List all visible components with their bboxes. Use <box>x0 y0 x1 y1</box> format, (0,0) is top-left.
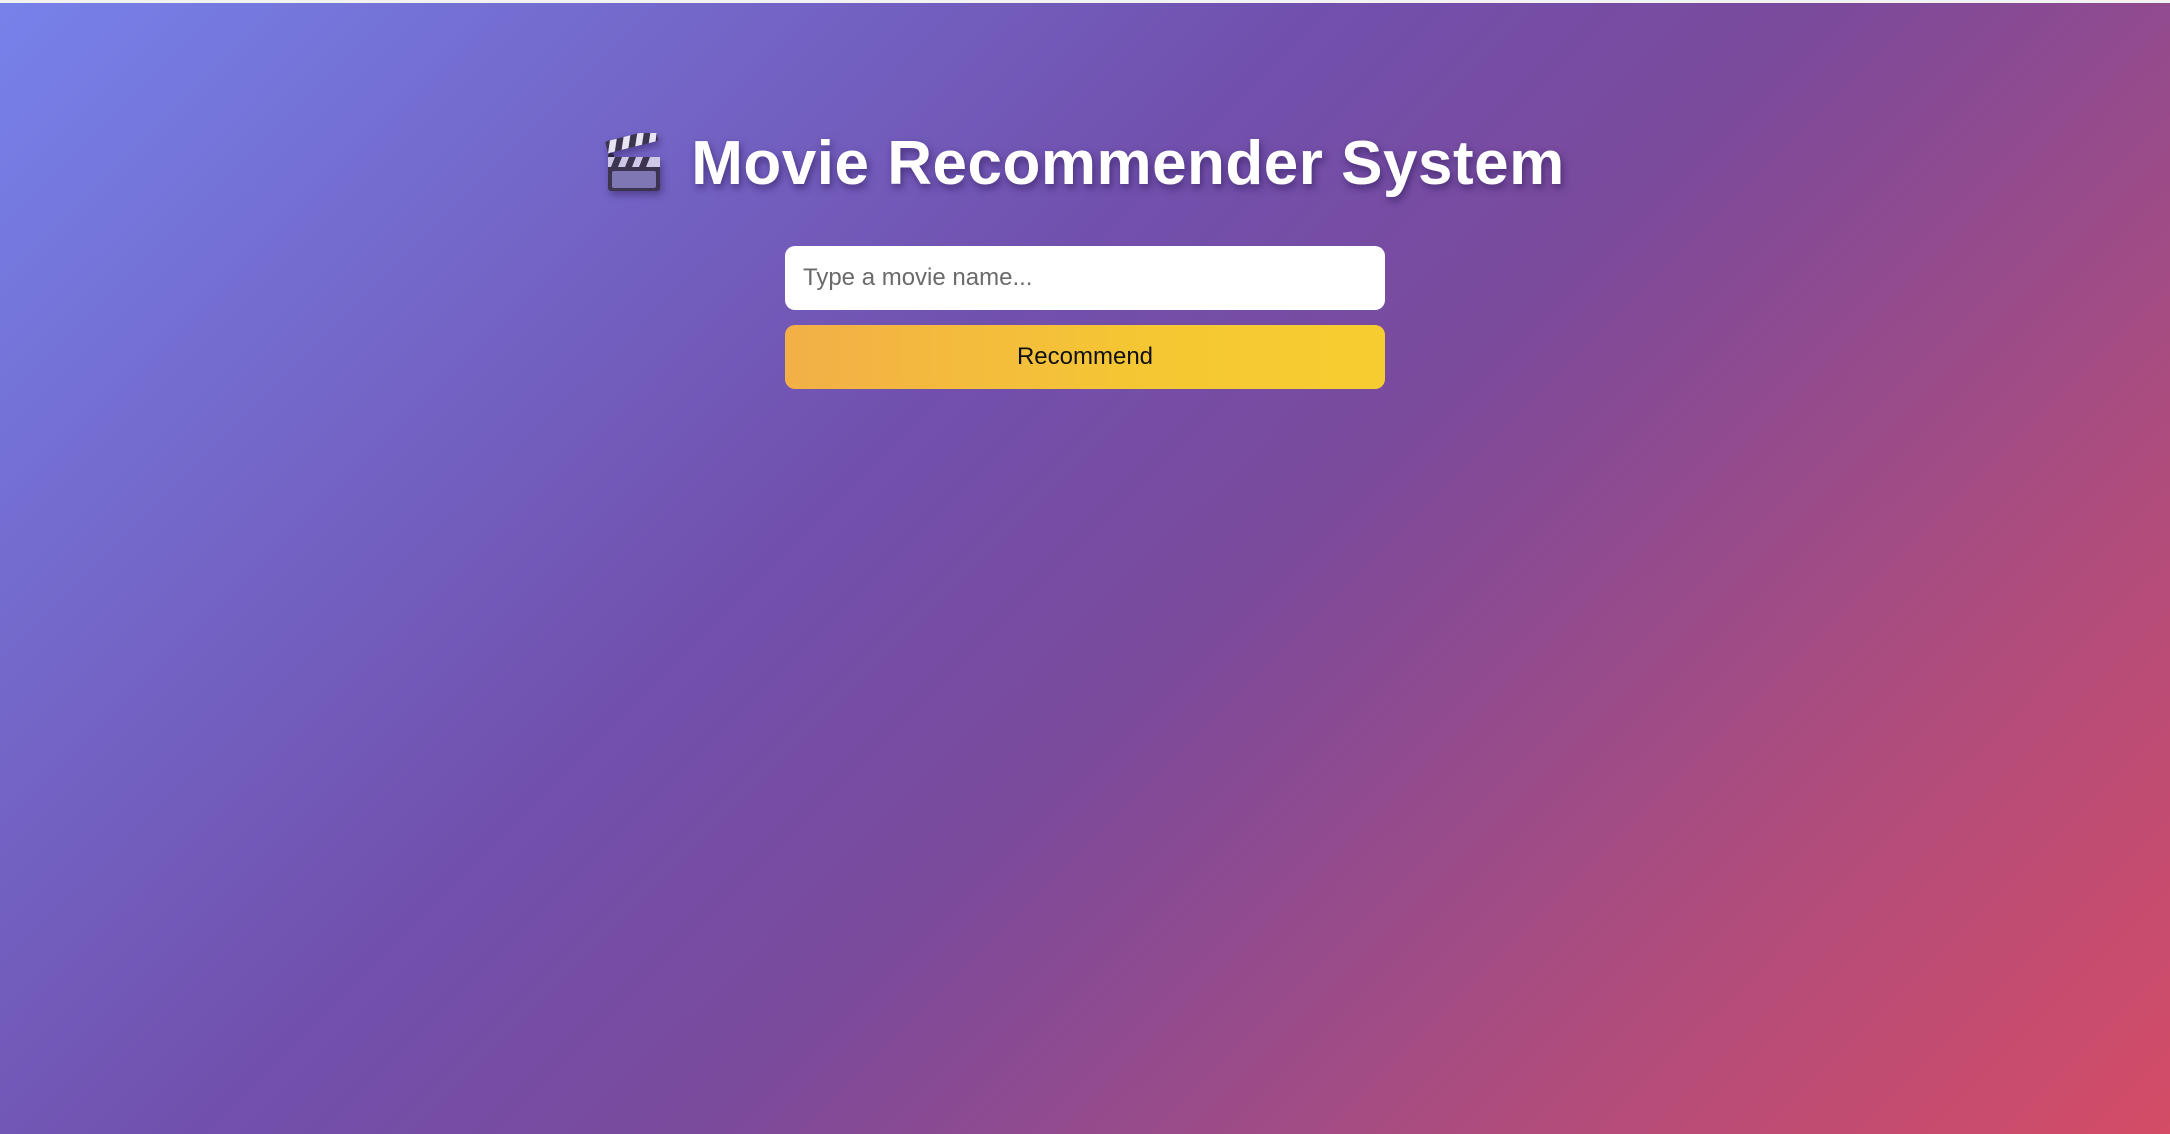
clapperboard-icon <box>605 129 663 193</box>
page-title: Movie Recommender System <box>691 128 1565 198</box>
title-row: Movie Recommender System <box>605 128 1564 198</box>
app-container: Movie Recommender System Recommend <box>0 0 2170 389</box>
movie-search-input[interactable] <box>785 246 1385 310</box>
recommend-button[interactable]: Recommend <box>785 325 1385 389</box>
